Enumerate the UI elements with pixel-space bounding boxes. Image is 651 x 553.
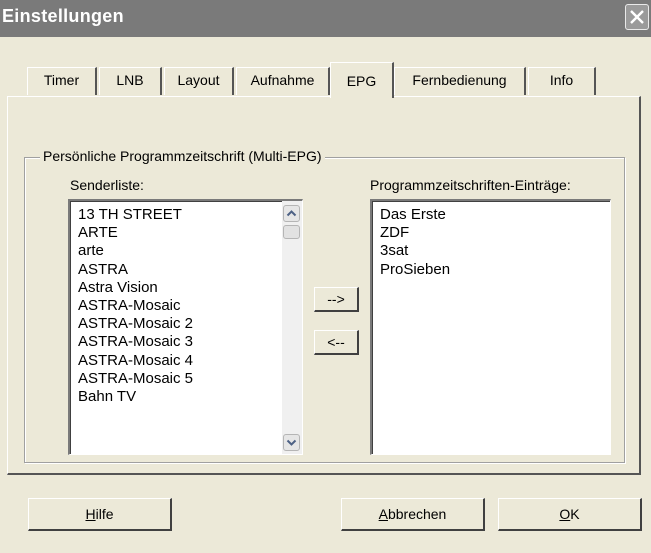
list-item[interactable]: 3sat: [380, 242, 610, 260]
window-title: Einstellungen: [2, 6, 124, 26]
tab-label: Layout: [177, 72, 220, 88]
scroll-up-button[interactable]: [283, 205, 300, 222]
ok-label-rest: K: [570, 506, 580, 522]
list-item[interactable]: Astra Vision: [78, 279, 302, 297]
add-button[interactable]: -->: [314, 287, 359, 312]
cancel-label-rest: bbrechen: [387, 506, 447, 522]
sender-list: 13 TH STREET ARTE arte ASTRA Astra Visio…: [70, 201, 302, 406]
ok-mnemonic: O: [559, 506, 571, 522]
list-item[interactable]: Bahn TV: [78, 388, 302, 406]
add-button-label: -->: [327, 291, 345, 307]
tab-lnb[interactable]: LNB: [99, 67, 162, 95]
tab-label: Timer: [43, 72, 80, 88]
tab-info[interactable]: Info: [528, 67, 596, 95]
list-item[interactable]: ProSieben: [380, 261, 610, 279]
list-item[interactable]: ASTRA: [78, 261, 302, 279]
list-item[interactable]: ASTRA-Mosaic 4: [78, 352, 302, 370]
cancel-button[interactable]: Abbrechen: [341, 498, 485, 531]
close-button[interactable]: [625, 4, 649, 30]
tab-label: Fernbedienung: [412, 72, 507, 88]
scroll-thumb[interactable]: [283, 225, 300, 239]
help-mnemonic: H: [85, 506, 96, 522]
tab-epg[interactable]: EPG: [330, 62, 394, 98]
list-item[interactable]: Das Erste: [380, 206, 610, 224]
help-label-rest: ilfe: [95, 506, 114, 522]
tab-label: LNB: [116, 72, 144, 88]
entries-list: Das Erste ZDF 3sat ProSieben: [372, 201, 610, 279]
list-item[interactable]: ASTRA-Mosaic 5: [78, 370, 302, 388]
list-item[interactable]: ZDF: [380, 224, 610, 242]
sender-listbox[interactable]: 13 TH STREET ARTE arte ASTRA Astra Visio…: [68, 199, 303, 455]
chevron-down-icon: [286, 439, 297, 446]
remove-button[interactable]: <--: [314, 330, 359, 355]
tab-layout[interactable]: Layout: [164, 67, 234, 95]
list-item[interactable]: 13 TH STREET: [78, 206, 302, 224]
scroll-down-button[interactable]: [283, 434, 300, 451]
tab-label: EPG: [346, 73, 377, 89]
tab-label: Aufnahme: [250, 72, 315, 88]
list-item[interactable]: ASTRA-Mosaic 3: [78, 333, 302, 351]
close-icon: [630, 10, 644, 24]
list-item[interactable]: ASTRA-Mosaic: [78, 297, 302, 315]
ok-button[interactable]: OK: [498, 498, 642, 531]
list-item[interactable]: ASTRA-Mosaic 2: [78, 315, 302, 333]
help-button[interactable]: Hilfe: [28, 498, 172, 531]
list-item[interactable]: arte: [78, 242, 302, 260]
chevron-up-icon: [286, 210, 297, 217]
sender-scrollbar[interactable]: [282, 201, 302, 454]
tab-fernbedienung[interactable]: Fernbedienung: [394, 67, 526, 95]
title-bar[interactable]: Einstellungen: [0, 0, 651, 37]
multi-epg-group-title: Persönliche Programmzeitschrift (Multi-E…: [40, 148, 325, 164]
tab-strip: Timer LNB Layout Aufnahme EPG Fernbedien…: [0, 62, 651, 98]
remove-button-label: <--: [327, 334, 345, 350]
entries-listbox[interactable]: Das Erste ZDF 3sat ProSieben: [370, 199, 611, 455]
entries-list-label: Programmzeitschriften-Einträge:: [370, 177, 571, 193]
list-item[interactable]: ARTE: [78, 224, 302, 242]
tab-aufnahme[interactable]: Aufnahme: [236, 67, 330, 95]
sender-list-label: Senderliste:: [70, 177, 144, 193]
tab-timer[interactable]: Timer: [27, 67, 97, 95]
tab-label: Info: [549, 72, 574, 88]
cancel-mnemonic: A: [378, 506, 388, 522]
